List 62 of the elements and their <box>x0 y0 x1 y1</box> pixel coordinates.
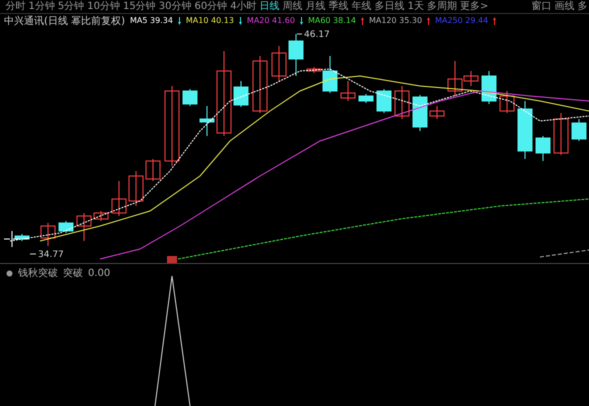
candlestick <box>536 136 550 162</box>
moving-average-reading: MA10 40.13 <box>186 16 234 25</box>
period-tab[interactable]: 年线 <box>350 0 374 12</box>
moving-average-reading: MA120 35.30 <box>368 16 422 25</box>
indicator-label: 突破 <box>63 266 83 280</box>
period-tab[interactable]: 15分钟 <box>121 0 158 12</box>
candlestick <box>234 80 248 108</box>
crosshair-drawing <box>4 230 30 248</box>
candlestick <box>40 222 56 246</box>
period-tab[interactable]: 月线 <box>304 0 328 12</box>
period-tab[interactable]: 多日线 <box>373 0 406 12</box>
candlestick <box>482 70 496 104</box>
candlestick <box>128 170 144 206</box>
candlestick <box>76 212 92 242</box>
candlestick <box>112 180 126 216</box>
high-price-label: 46.17 <box>296 30 330 40</box>
candlestick <box>272 46 286 82</box>
moving-average-reading: MA60 38.14 <box>308 16 356 25</box>
indicator-name: 钱秋突破 <box>18 266 58 280</box>
period-tab[interactable]: 季线 <box>327 0 350 12</box>
period-tab[interactable]: 分时 <box>4 0 27 12</box>
candlestick <box>554 112 568 156</box>
candlestick <box>430 106 444 120</box>
moving-average-reading: MA250 29.44 <box>435 16 488 25</box>
candlestick <box>500 90 514 114</box>
candlestick <box>58 220 74 234</box>
candlestick <box>14 234 30 242</box>
period-tab[interactable]: 5分钟 <box>56 0 86 12</box>
candlestick <box>252 56 268 114</box>
low-price-label: 34.77 <box>30 250 64 260</box>
chart-title: 中兴通讯(日线 幂比前复权) <box>4 14 125 28</box>
period-tab[interactable]: 10分钟 <box>86 0 122 12</box>
candlestick <box>518 100 532 160</box>
candlestick <box>182 88 198 106</box>
moving-average-reading: MA20 41.60 <box>246 16 295 25</box>
settings-icon[interactable] <box>6 270 13 276</box>
signal-marker-icon <box>167 256 177 263</box>
candlestick <box>412 94 428 132</box>
period-tab[interactable]: 1天 <box>406 0 426 12</box>
period-tab[interactable]: 更多> <box>458 0 490 12</box>
period-tab[interactable]: 日线 <box>258 0 282 12</box>
candlestick <box>394 86 410 120</box>
candlestick <box>358 94 374 104</box>
ma120-line <box>540 250 589 258</box>
toolbar-button[interactable]: 窗口 <box>530 0 553 12</box>
candlestick <box>376 88 392 114</box>
toolbar-button[interactable]: 多 <box>576 0 589 12</box>
indicator-value: 0.00 <box>88 268 110 278</box>
period-tab[interactable]: 1分钟 <box>27 0 56 12</box>
period-tab[interactable]: 30分钟 <box>157 0 193 12</box>
candlestick <box>94 210 108 222</box>
candlestick <box>340 80 356 102</box>
toolbar-button[interactable]: 画线 <box>553 0 576 12</box>
moving-average-reading: MA5 39.34 <box>130 16 173 25</box>
period-tab[interactable]: 60分钟 <box>192 0 229 12</box>
candlestick <box>200 106 214 136</box>
candlestick <box>572 118 586 142</box>
period-tab[interactable]: 多周期 <box>425 0 458 12</box>
period-tab[interactable]: 周线 <box>281 0 304 12</box>
period-tab[interactable]: 4小时 <box>228 0 258 12</box>
candlestick <box>146 158 160 182</box>
candlestick <box>288 34 304 76</box>
